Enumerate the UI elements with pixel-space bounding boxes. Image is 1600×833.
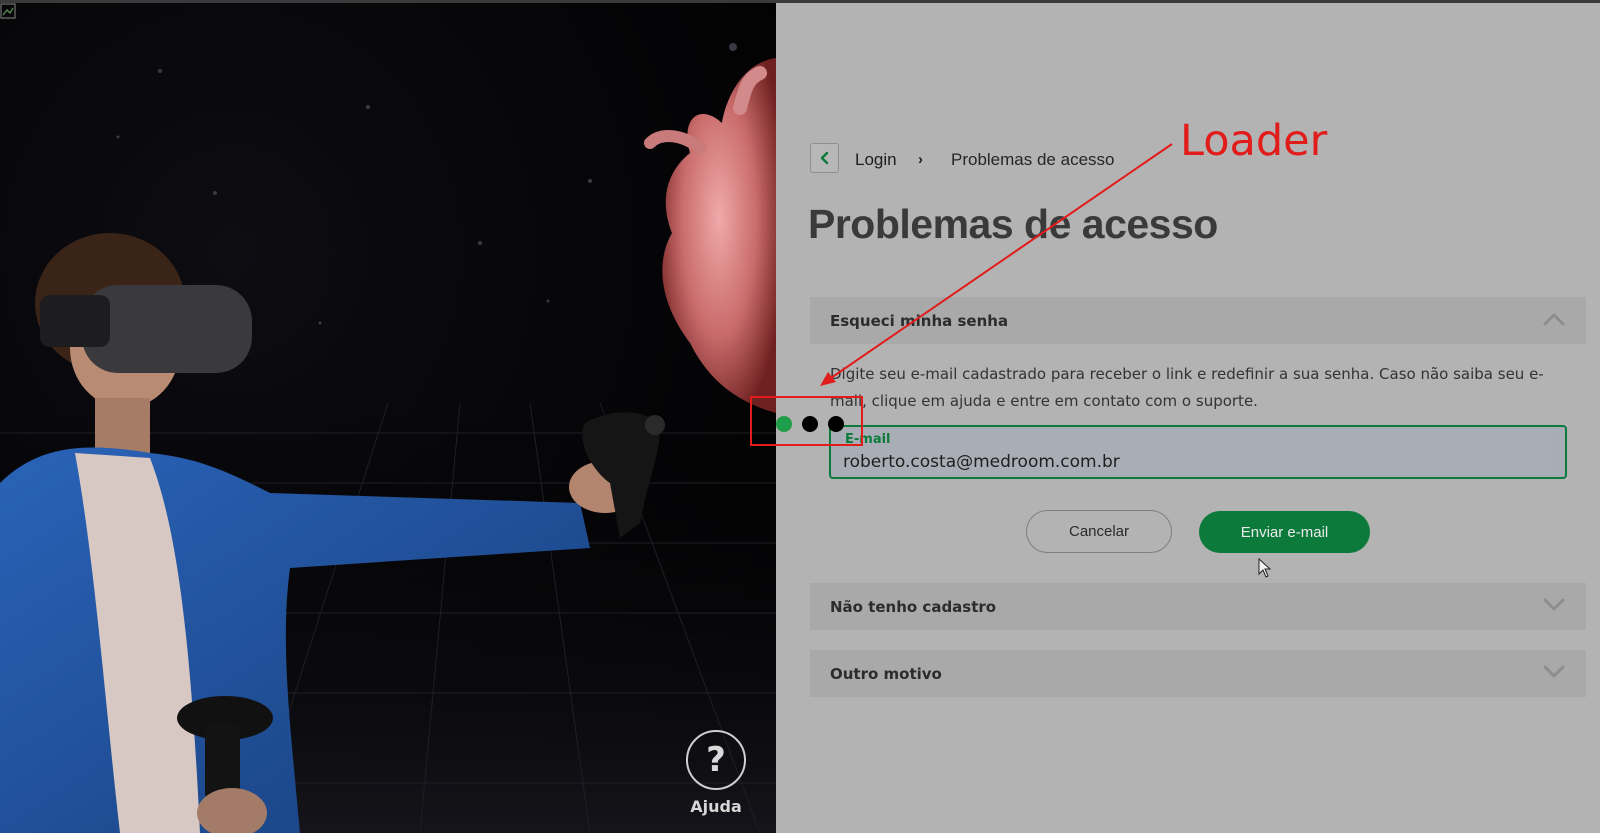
breadcrumb-current: Problemas de acesso	[951, 150, 1115, 169]
chevron-down-icon	[1543, 598, 1565, 611]
help-button[interactable]: ?	[686, 730, 746, 790]
accordion-other-reason[interactable]: Outro motivo	[810, 650, 1586, 697]
accordion-no-registration[interactable]: Não tenho cadastro	[810, 583, 1586, 630]
send-email-button[interactable]: Enviar e-mail	[1199, 511, 1370, 553]
chevron-down-icon	[1543, 665, 1565, 678]
accordion-title: Outro motivo	[830, 665, 942, 683]
vr-scene-illustration	[0, 43, 776, 833]
accordion-title: Não tenho cadastro	[830, 598, 997, 616]
mouse-cursor-icon	[1258, 558, 1272, 578]
hero-image-panel: ? Ajuda	[0, 3, 776, 833]
breadcrumb-login[interactable]: Login	[855, 150, 897, 170]
breadcrumb-separator-icon: ›	[918, 151, 923, 168]
accordion-forgot-password[interactable]: Esqueci minha senha	[810, 297, 1586, 344]
accordion-title: Esqueci minha senha	[830, 312, 1009, 330]
annotation-label: Loader	[1180, 116, 1328, 166]
annotation-highlight-box	[750, 396, 863, 446]
back-button[interactable]	[810, 143, 839, 173]
cancel-button[interactable]: Cancelar	[1026, 510, 1172, 553]
chevron-left-icon	[820, 151, 828, 165]
help-label[interactable]: Ajuda	[676, 797, 756, 816]
email-field[interactable]: E-mail	[829, 425, 1567, 479]
question-mark-icon: ?	[706, 740, 726, 780]
broken-logo-icon	[0, 3, 16, 19]
email-input[interactable]	[843, 449, 1543, 475]
chevron-up-icon	[1543, 313, 1565, 326]
forgot-password-description: Digite seu e-mail cadastrado para recebe…	[830, 365, 1544, 410]
page-title: Problemas de acesso	[808, 201, 1218, 247]
